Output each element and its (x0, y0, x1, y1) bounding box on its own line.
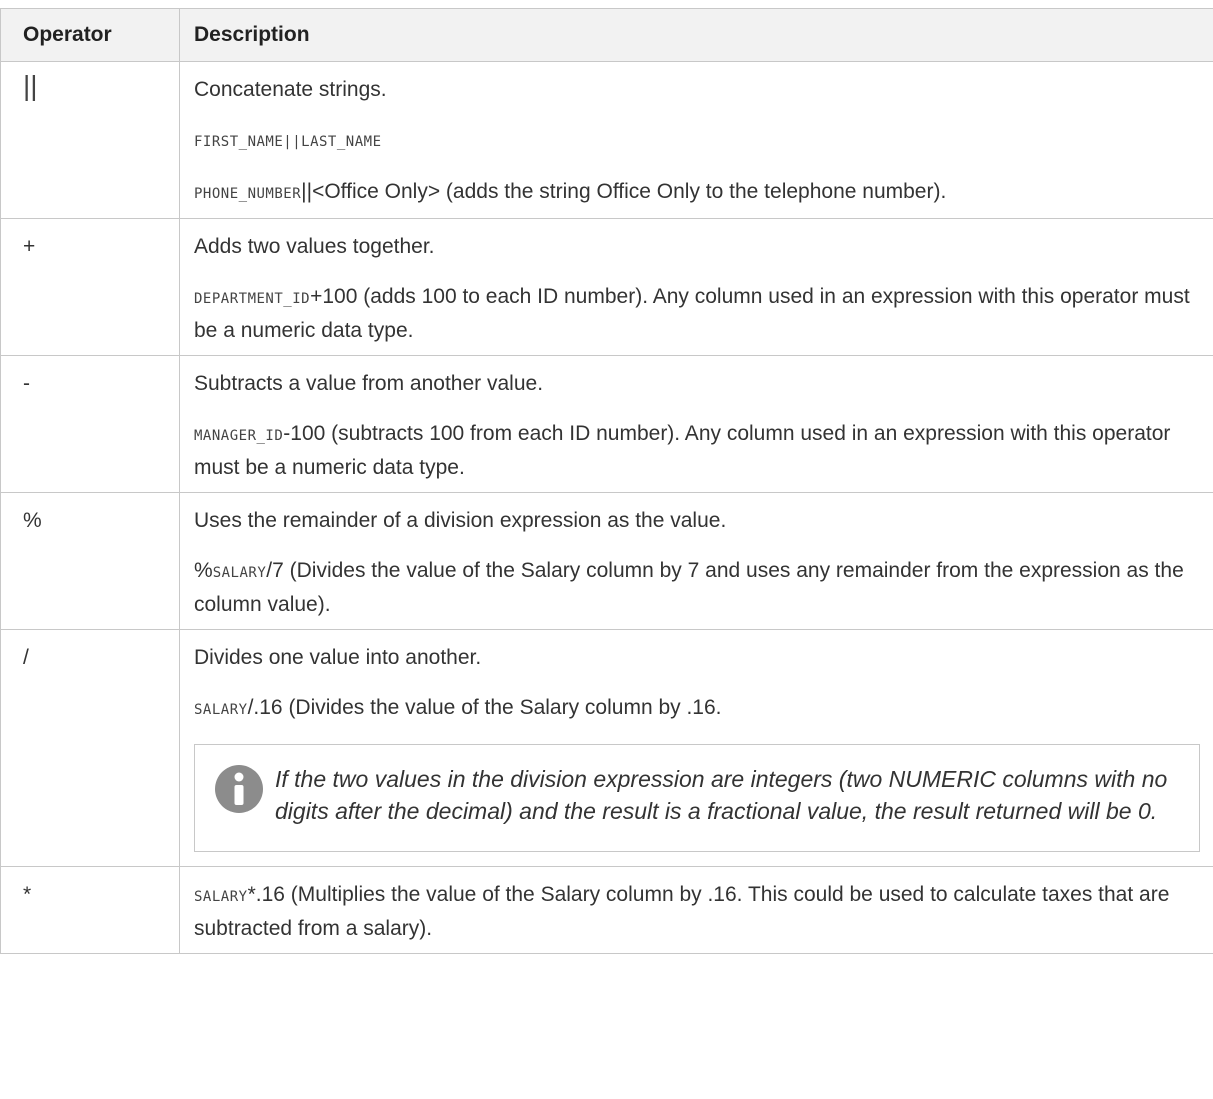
operator-symbol: || (23, 70, 38, 101)
description-cell: Divides one value into another. SALARY/.… (179, 629, 1213, 867)
description-text: Adds two values together. (194, 235, 435, 258)
operator-cell: - (0, 355, 180, 493)
table-row: / Divides one value into another. SALARY… (0, 629, 1213, 867)
description-text: +100 (adds 100 to each ID number). Any c… (194, 285, 1190, 342)
operator-symbol: - (23, 372, 30, 395)
table-row: * SALARY*.16 (Multiplies the value of th… (0, 866, 1213, 954)
header-description: Description (179, 8, 1213, 62)
note-text: If the two values in the division expres… (275, 766, 1168, 824)
code-prefix: % (194, 559, 213, 582)
code-sample: SALARY (194, 702, 248, 718)
operators-table: Operator Description || Concatenate stri… (0, 8, 1213, 954)
description-cell: Uses the remainder of a division express… (179, 492, 1213, 630)
description-text: Subtracts a value from another value. (194, 372, 544, 395)
code-sample: MANAGER_ID (194, 428, 284, 444)
operator-cell: || (0, 61, 180, 219)
description-text: Concatenate strings. (194, 78, 387, 101)
code-sample: SALARY (212, 565, 267, 581)
code-sample: DEPARTMENT_ID (194, 291, 311, 307)
description-text: Divides one value into another. (194, 646, 482, 669)
note-box: If the two values in the division expres… (194, 744, 1200, 852)
description-text: ||<Office Only> (adds the string Office … (301, 180, 947, 203)
description-cell: Adds two values together. DEPARTMENT_ID+… (179, 218, 1213, 356)
operator-cell: * (0, 866, 180, 954)
code-sample: FIRST_NAME||LAST_NAME (194, 134, 382, 150)
description-text: Uses the remainder of a division express… (194, 509, 727, 532)
code-sample: PHONE_NUMBER (194, 186, 302, 202)
description-text: /.16 (Divides the value of the Salary co… (247, 696, 722, 719)
operator-cell: / (0, 629, 180, 867)
info-icon (215, 765, 263, 813)
header-operator: Operator (0, 8, 180, 62)
description-text: /7 (Divides the value of the Salary colu… (194, 559, 1184, 616)
operator-symbol: % (23, 509, 42, 532)
table-header-row: Operator Description (0, 8, 1213, 62)
operator-symbol: / (23, 646, 29, 669)
description-text: -100 (subtracts 100 from each ID number)… (194, 422, 1171, 479)
description-cell: Subtracts a value from another value. MA… (179, 355, 1213, 493)
operator-symbol: + (23, 235, 36, 258)
code-sample: SALARY (194, 889, 248, 905)
table-row: % Uses the remainder of a division expre… (0, 492, 1213, 630)
operator-cell: + (0, 218, 180, 356)
table-row: - Subtracts a value from another value. … (0, 355, 1213, 493)
operator-cell: % (0, 492, 180, 630)
table-row: + Adds two values together. DEPARTMENT_I… (0, 218, 1213, 356)
table-row: || Concatenate strings. FIRST_NAME||LAST… (0, 61, 1213, 219)
operator-symbol: * (23, 883, 32, 906)
description-cell: Concatenate strings. FIRST_NAME||LAST_NA… (179, 61, 1213, 219)
description-text: *.16 (Multiplies the value of the Salary… (194, 883, 1170, 940)
description-cell: SALARY*.16 (Multiplies the value of the … (179, 866, 1213, 954)
